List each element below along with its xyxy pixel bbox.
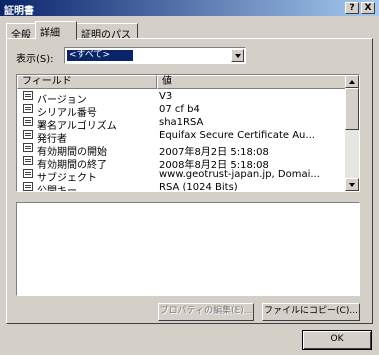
scroll-up-icon[interactable] xyxy=(345,75,359,88)
show-label: 表示(S): xyxy=(16,54,54,65)
tab-certification-path[interactable]: 証明のパス xyxy=(76,23,138,41)
certificate-field-icon xyxy=(23,182,33,191)
field-value: 07 cf b4 xyxy=(159,104,200,115)
fields-list[interactable]: フィールド 値 バージョン V3 シリアル番号 07 cf b4 署名アルゴリズ… xyxy=(16,74,360,192)
certificate-field-icon xyxy=(23,130,33,139)
close-button[interactable]: X xyxy=(361,2,375,14)
list-item[interactable]: 有効期間の終了 2008年8月2日 5:18:08 xyxy=(17,155,347,171)
scroll-thumb[interactable] xyxy=(345,88,359,130)
column-header-value[interactable]: 値 xyxy=(157,75,347,89)
list-item[interactable]: 公開キー RSA (1024 Bits) xyxy=(17,181,347,192)
chevron-down-icon[interactable] xyxy=(231,49,244,62)
field-value: Equifax Secure Certificate Au... xyxy=(159,130,315,141)
field-value: www.geotrust-japan.jp, Domai... xyxy=(159,169,320,180)
show-dropdown[interactable]: <すべて> xyxy=(64,47,246,64)
edit-properties-button: プロパティの編集(E)... xyxy=(158,303,254,321)
list-item[interactable]: 署名アルゴリズム sha1RSA xyxy=(17,116,347,132)
certificate-field-icon xyxy=(23,91,33,100)
field-value: V3 xyxy=(159,91,173,102)
field-value: RSA (1024 Bits) xyxy=(159,182,238,192)
list-item[interactable]: サブジェクト www.geotrust-japan.jp, Domai... xyxy=(17,168,347,184)
certificate-field-icon xyxy=(23,117,33,126)
list-item[interactable]: 発行者 Equifax Secure Certificate Au... xyxy=(17,129,347,145)
certificate-field-icon xyxy=(23,156,33,165)
ok-button[interactable]: OK xyxy=(302,330,372,350)
copy-to-file-button[interactable]: ファイルにコピー(C)... xyxy=(262,303,360,321)
tab-general[interactable]: 全般 xyxy=(6,23,36,41)
list-item[interactable]: 有効期間の開始 2007年8月2日 5:18:08 xyxy=(17,142,347,158)
field-detail-box[interactable] xyxy=(16,202,360,296)
list-item[interactable]: バージョン V3 xyxy=(17,90,347,106)
help-button[interactable]: ? xyxy=(345,2,359,14)
window-title: 証明書 xyxy=(4,6,34,17)
column-header-field[interactable]: フィールド xyxy=(17,75,157,89)
scroll-down-icon[interactable] xyxy=(345,178,359,191)
certificate-field-icon xyxy=(23,143,33,152)
title-bar: 証明書 ? X xyxy=(0,0,379,17)
tab-details[interactable]: 詳細 xyxy=(35,21,77,40)
field-value: sha1RSA xyxy=(159,117,204,128)
certificate-field-icon xyxy=(23,169,33,178)
certificate-field-icon xyxy=(23,104,33,113)
show-dropdown-value: <すべて> xyxy=(67,50,133,61)
vertical-scrollbar[interactable] xyxy=(345,75,359,191)
field-name: 公開キー xyxy=(37,186,77,192)
list-item[interactable]: シリアル番号 07 cf b4 xyxy=(17,103,347,119)
